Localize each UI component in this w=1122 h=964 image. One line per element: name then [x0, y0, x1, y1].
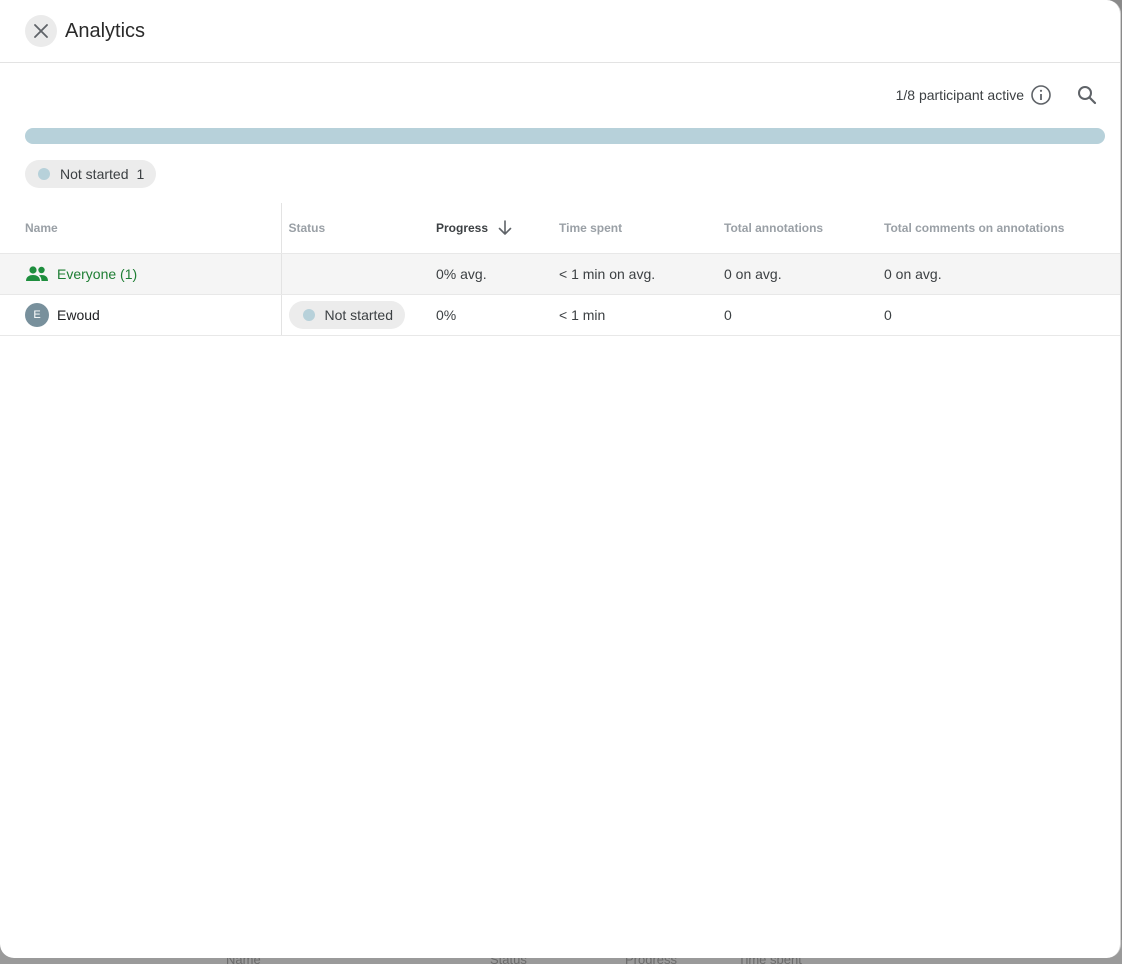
column-header-progress[interactable]: Progress [436, 203, 559, 254]
status-badge-label: Not started [324, 307, 393, 323]
table-row-everyone[interactable]: Everyone (1) 0% avg. < 1 min on avg. 0 o… [0, 253, 1120, 295]
everyone-status-cell [281, 253, 436, 295]
info-icon [1031, 85, 1051, 105]
filter-chip-label: Not started [60, 166, 129, 182]
avatar: E [25, 303, 49, 327]
dialog-title: Analytics [65, 19, 146, 42]
filter-chip-count: 1 [136, 166, 145, 182]
column-header-time-spent[interactable]: Time spent [559, 203, 724, 254]
column-header-name[interactable]: Name [0, 203, 282, 254]
table-row[interactable]: E Ewoud Not started 0% < 1 min 0 0 [0, 294, 1120, 336]
participant-total-annotations: 0 [724, 294, 884, 336]
search-button[interactable] [1076, 84, 1098, 106]
column-header-status[interactable]: Status [281, 203, 436, 254]
dialog-header: Analytics [0, 0, 1120, 63]
everyone-total-comments: 0 on avg. [884, 253, 1120, 295]
info-button[interactable] [1030, 84, 1052, 106]
not-started-filter-chip[interactable]: Not started 1 [25, 160, 157, 188]
table-header-row: Name Status Progress Time spent Total an… [0, 203, 1120, 254]
search-icon [1078, 86, 1097, 105]
everyone-total-annotations: 0 on avg. [724, 253, 884, 295]
participant-time-spent: < 1 min [559, 294, 724, 336]
column-header-total-comments[interactable]: Total comments on annotations [884, 203, 1120, 254]
everyone-progress: 0% avg. [436, 253, 559, 295]
everyone-name[interactable]: Everyone (1) [57, 266, 137, 282]
analytics-toolbar: 1/8 participant active [0, 63, 1120, 127]
arrow-down-icon [498, 220, 512, 235]
progress-bar [25, 128, 1105, 144]
not-started-dot [302, 309, 315, 321]
close-button[interactable] [25, 15, 57, 47]
column-header-total-annotations[interactable]: Total annotations [724, 203, 884, 254]
participant-total-comments: 0 [884, 294, 1120, 336]
active-participants-text: 1/8 participant active [895, 87, 1024, 103]
participant-progress: 0% [436, 294, 559, 336]
group-icon [26, 266, 48, 281]
status-badge: Not started [288, 301, 405, 329]
column-header-progress-label: Progress [436, 221, 489, 235]
everyone-time-spent: < 1 min on avg. [559, 253, 724, 295]
analytics-table: Name Status Progress Time spent Total an… [0, 203, 1120, 336]
analytics-dialog: Analytics 1/8 participant active Not sta… [0, 0, 1121, 958]
participant-name: Ewoud [57, 307, 100, 323]
close-icon [34, 24, 48, 38]
not-started-dot [38, 168, 50, 180]
